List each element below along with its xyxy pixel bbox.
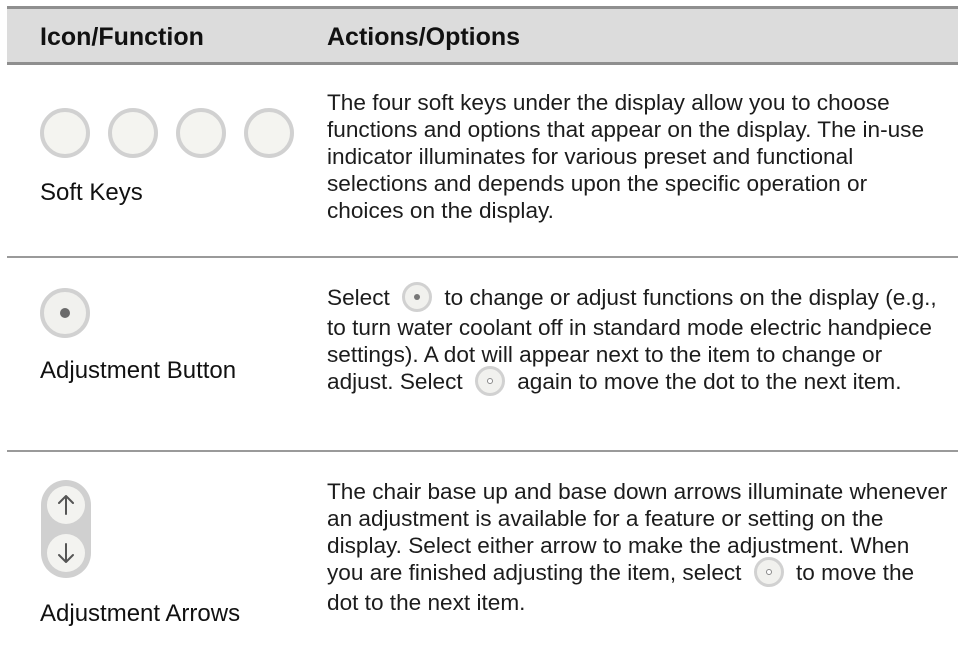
description-text: again to move the dot to the next item.: [517, 369, 902, 395]
soft-key-1-icon: [40, 108, 90, 158]
table-row: Soft Keys The four soft keys under the d…: [7, 65, 958, 258]
soft-key-2-icon: [108, 108, 158, 158]
function-label: Adjustment Button: [40, 357, 237, 384]
function-label: Soft Keys: [40, 179, 143, 206]
soft-key-3-icon: [176, 108, 226, 158]
adjustment-arrows-icon: [41, 480, 91, 578]
function-label: Adjustment Arrows: [40, 600, 241, 627]
function-description: Select to change or adjust functions on …: [327, 282, 949, 398]
adjustment-button-icon: [40, 288, 90, 338]
table-row: Adjustment Button Select to change or ad…: [7, 256, 958, 452]
arrow-up-icon: [47, 486, 85, 524]
header-icon-function: Icon/Function: [40, 23, 204, 51]
function-description: The four soft keys under the display all…: [327, 90, 925, 223]
adjustment-button-inline-icon: [474, 366, 505, 397]
adjustment-button-inline-icon: [753, 557, 784, 588]
description-text: Select: [327, 285, 390, 310]
soft-key-4-icon: [244, 108, 294, 158]
table-row: Adjustment Arrows The chair base up and …: [7, 450, 958, 650]
adjustment-button-inline-icon: [402, 282, 433, 313]
function-description: The chair base up and base down arrows i…: [327, 478, 949, 616]
table-header: Icon/Function Actions/Options: [7, 6, 958, 65]
dot-icon: [60, 308, 70, 318]
header-actions-options: Actions/Options: [327, 23, 521, 51]
arrow-down-icon: [47, 534, 85, 572]
